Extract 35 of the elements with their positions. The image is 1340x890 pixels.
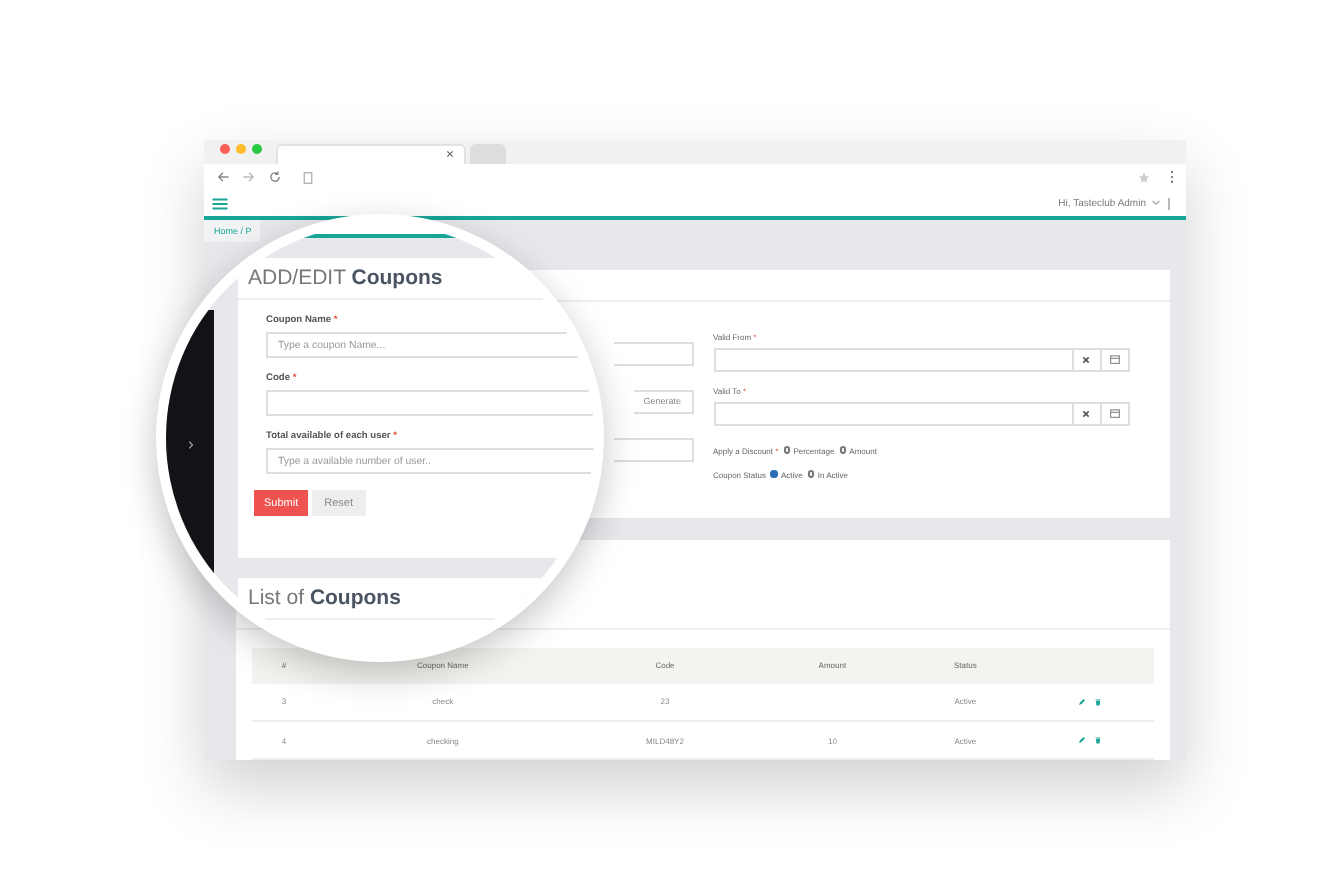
radio-button[interactable] [770,470,778,478]
close-dot-icon[interactable] [219,143,229,154]
star-icon[interactable] [1138,171,1150,184]
input-field[interactable] [266,390,594,416]
radio-button[interactable] [783,446,791,454]
card-title: ADD/EDIT Coupons [238,258,594,300]
close-icon [1082,355,1090,363]
minimize-dot-icon[interactable] [235,143,245,154]
trash-icon[interactable] [1094,697,1103,705]
card-title: List of Coupons [238,578,594,620]
radio-button[interactable] [839,446,847,454]
input-field[interactable] [613,437,693,461]
input-field[interactable] [613,341,693,365]
close-icon [1082,409,1090,417]
menu-icon[interactable] [212,197,228,210]
calendar-button[interactable] [1101,347,1129,371]
back-icon[interactable] [216,170,230,185]
trash-icon[interactable] [1094,735,1103,743]
maximize-dot-icon[interactable] [251,143,261,154]
pencil-icon[interactable] [1078,735,1087,743]
caret-icon[interactable] [1152,200,1160,207]
page-icon [302,171,314,184]
calendar-icon [1109,408,1119,418]
clear-button[interactable] [1073,401,1101,425]
pencil-icon[interactable] [1078,697,1087,705]
calendar-icon [1109,354,1119,364]
clear-button[interactable] [1073,347,1101,371]
date-field[interactable] [713,401,1073,425]
forward-icon[interactable] [242,170,256,185]
close-icon[interactable] [446,150,454,159]
radio-button[interactable] [807,470,815,478]
calendar-button[interactable] [1101,401,1129,425]
reload-icon[interactable] [268,170,282,185]
date-field[interactable] [713,347,1073,371]
chevron-right-icon[interactable] [187,440,193,450]
